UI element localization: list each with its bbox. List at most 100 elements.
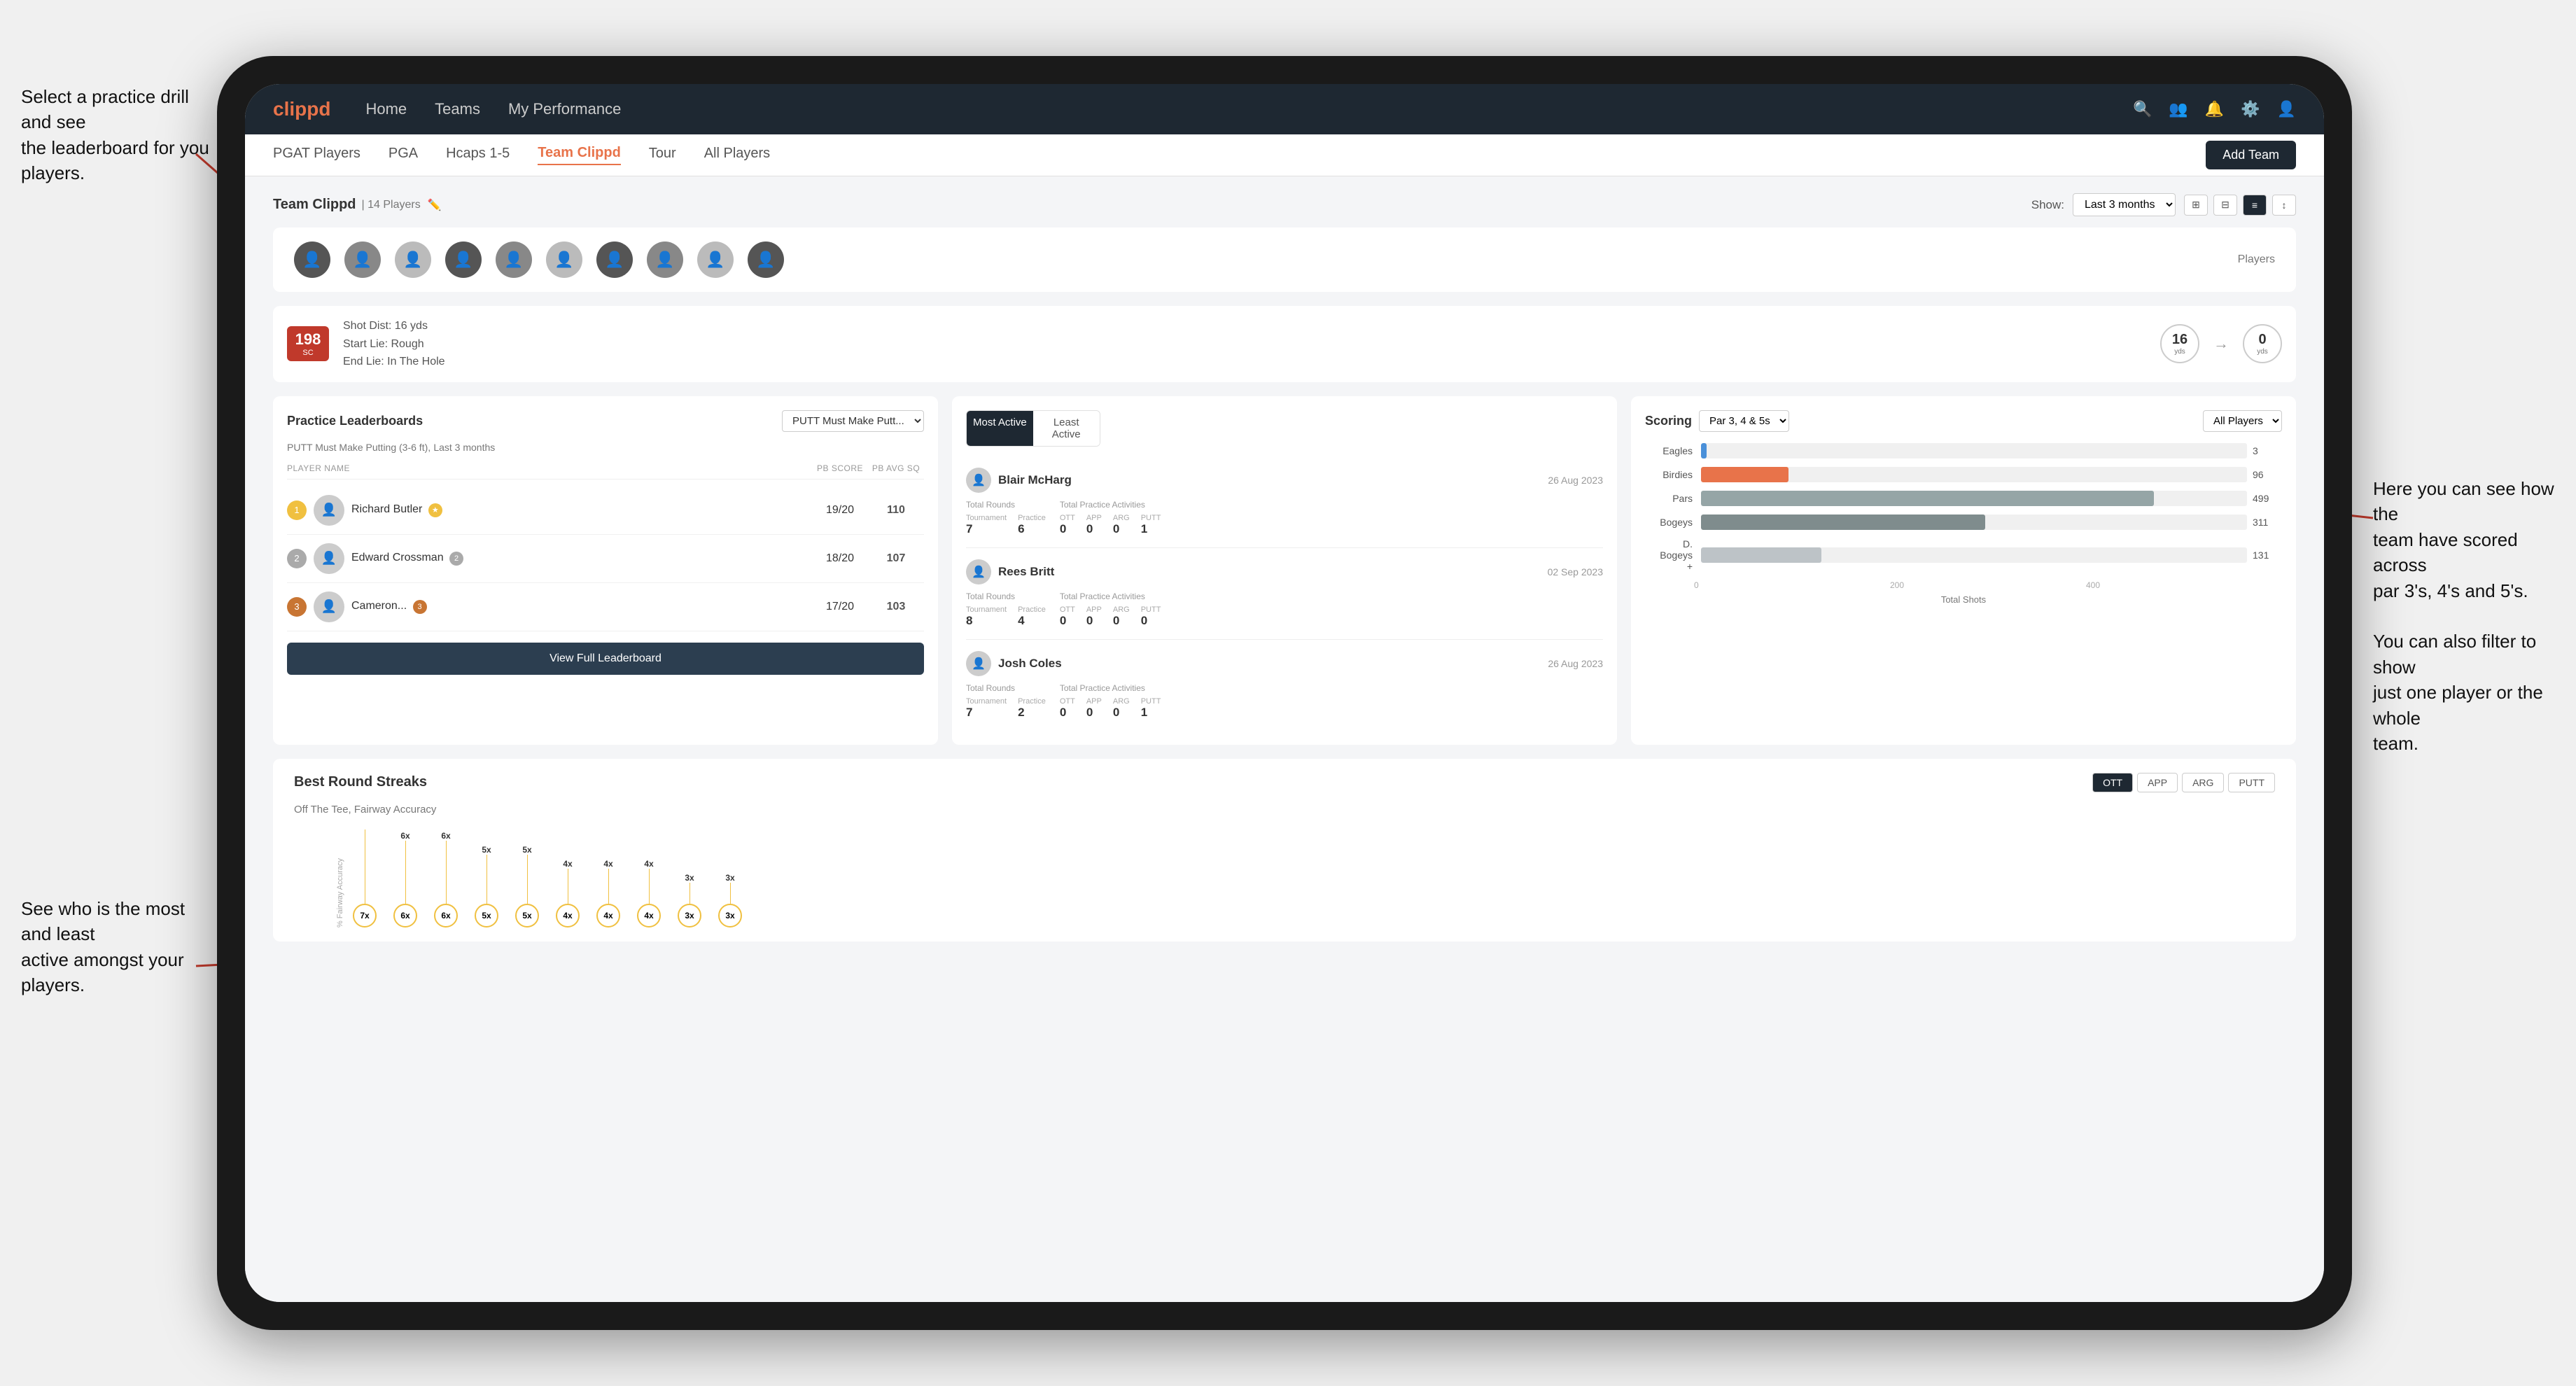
- people-icon[interactable]: 👥: [2169, 100, 2188, 118]
- ap-rounds-title-1: Total Rounds: [966, 500, 1046, 510]
- ap-activities-section-2: Total Practice Activities OTT 0 APP 0: [1060, 592, 1161, 628]
- ap-practice-1: Practice 6: [1018, 514, 1046, 536]
- ap-activities-values-3: OTT 0 APP 0 ARG 0: [1060, 697, 1161, 720]
- lb-avg-3: 103: [868, 601, 924, 613]
- streak-dot-3x-2: 3x 3x: [718, 873, 742, 927]
- ap-avatar-3: 👤: [966, 651, 991, 676]
- streak-dot-4x-3: 4x 4x: [637, 859, 661, 927]
- settings-icon[interactable]: ⚙️: [2241, 100, 2260, 118]
- player-avatar-2[interactable]: 👤: [344, 241, 381, 278]
- player-avatar-1[interactable]: 👤: [294, 241, 330, 278]
- bar-value-bogeys: 311: [2247, 517, 2275, 528]
- view-list-btn[interactable]: ≡: [2243, 195, 2267, 216]
- bar-value-birdies: 96: [2247, 469, 2275, 480]
- subnav-all-players[interactable]: All Players: [704, 146, 770, 164]
- lb-rank-3: 3: [287, 597, 307, 617]
- ap-rounds-values-1: Tournament 7 Practice 6: [966, 514, 1046, 536]
- ap-rounds-title-2: Total Rounds: [966, 592, 1046, 601]
- player-avatar-8[interactable]: 👤: [647, 241, 683, 278]
- lb-avg-2: 107: [868, 552, 924, 565]
- nav-teams[interactable]: Teams: [435, 100, 480, 118]
- players-row: 👤 👤 👤 👤 👤 👤 👤 👤 👤 👤 Players: [273, 227, 2296, 292]
- ap-arg-3: ARG 0: [1113, 697, 1130, 720]
- subnav-pgat[interactable]: PGAT Players: [273, 146, 360, 164]
- chart-x-label: Total Shots: [1645, 594, 2282, 605]
- view-full-leaderboard-button[interactable]: View Full Leaderboard: [287, 643, 924, 675]
- activity-tab-most-active[interactable]: Most Active: [967, 411, 1033, 446]
- lb-row-3: 3 👤 Cameron... 3 17/20 103: [287, 583, 924, 631]
- ap-rounds-section-2: Total Rounds Tournament 8 Practice 4: [966, 592, 1046, 628]
- bell-icon[interactable]: 🔔: [2205, 100, 2224, 118]
- bar-label-birdies: Birdies: [1652, 469, 1701, 480]
- streaks-title: Best Round Streaks: [294, 774, 427, 790]
- shot-circle-end: 0 yds: [2243, 324, 2282, 363]
- player-avatar-10[interactable]: 👤: [748, 241, 784, 278]
- player-avatar-5[interactable]: 👤: [496, 241, 532, 278]
- nav-performance[interactable]: My Performance: [508, 100, 621, 118]
- subnav-tour[interactable]: Tour: [649, 146, 676, 164]
- streaks-btn-ott[interactable]: OTT: [2092, 773, 2133, 792]
- bar-value-eagles: 3: [2247, 445, 2275, 456]
- bar-row-birdies: Birdies 96: [1652, 467, 2275, 482]
- subnav-pga[interactable]: PGA: [388, 146, 418, 164]
- streaks-chart: % Fairway Accuracy 7x 7x 6x 6x: [294, 830, 2275, 927]
- player-avatar-7[interactable]: 👤: [596, 241, 633, 278]
- ap-app-3: APP 0: [1086, 697, 1102, 720]
- scoring-filter-par[interactable]: Par 3, 4 & 5s: [1699, 410, 1789, 432]
- streaks-btn-putt[interactable]: PUTT: [2228, 773, 2275, 792]
- bar-label-bogeys: Bogeys: [1652, 517, 1701, 528]
- ap-putt-2: PUTT 0: [1141, 606, 1161, 628]
- view-grid-btn[interactable]: ⊞: [2184, 195, 2208, 216]
- x-tick-0: 0: [1694, 580, 1890, 590]
- bar-track-birdies: [1701, 467, 2247, 482]
- player-avatar-6[interactable]: 👤: [546, 241, 582, 278]
- view-grid2-btn[interactable]: ⊟: [2213, 195, 2237, 216]
- streaks-btn-app[interactable]: APP: [2137, 773, 2178, 792]
- ap-name-1: Blair McHarg: [998, 473, 1548, 487]
- streaks-buttons: OTT APP ARG PUTT: [2092, 773, 2275, 792]
- streaks-btn-arg[interactable]: ARG: [2182, 773, 2224, 792]
- ap-ott-3: OTT 0: [1060, 697, 1075, 720]
- view-sort-btn[interactable]: ↕: [2272, 195, 2296, 216]
- show-select[interactable]: Last 3 months: [2073, 193, 2176, 216]
- drill-select[interactable]: PUTT Must Make Putt...: [782, 410, 924, 432]
- header-player: PLAYER NAME: [287, 463, 812, 473]
- ap-tournament-3: Tournament 7: [966, 697, 1007, 720]
- add-team-button[interactable]: Add Team: [2206, 141, 2296, 169]
- ap-arg-1: ARG 0: [1113, 514, 1130, 536]
- subnav-hcaps[interactable]: Hcaps 1-5: [446, 146, 510, 164]
- bar-label-pars: Pars: [1652, 493, 1701, 504]
- ap-practice-2: Practice 4: [1018, 606, 1046, 628]
- ap-activities-title-3: Total Practice Activities: [1060, 683, 1161, 693]
- bar-label-eagles: Eagles: [1652, 445, 1701, 456]
- search-icon[interactable]: 🔍: [2133, 100, 2152, 118]
- ap-name-3: Josh Coles: [998, 657, 1548, 671]
- bar-fill-eagles: [1701, 443, 1707, 458]
- tablet-frame: clippd Home Teams My Performance 🔍 👥 🔔 ⚙…: [217, 56, 2352, 1330]
- player-avatar-4[interactable]: 👤: [445, 241, 482, 278]
- bar-row-pars: Pars 499: [1652, 491, 2275, 506]
- scoring-title: Scoring: [1645, 414, 1692, 428]
- x-tick-200: 200: [1890, 580, 2086, 590]
- annotation-bottom-left: See who is the most and leastactive amon…: [21, 896, 210, 998]
- annotation-top-left: Select a practice drill and seethe leade…: [21, 84, 210, 186]
- scoring-filter-players[interactable]: All Players: [2203, 410, 2282, 432]
- user-icon[interactable]: 👤: [2277, 100, 2296, 118]
- ap-putt-1: PUTT 1: [1141, 514, 1161, 536]
- nav-home[interactable]: Home: [365, 100, 407, 118]
- players-label: Players: [2238, 253, 2275, 266]
- ap-activities-section-3: Total Practice Activities OTT 0 APP 0: [1060, 683, 1161, 720]
- edit-icon[interactable]: ✏️: [428, 198, 442, 212]
- player-avatar-3[interactable]: 👤: [395, 241, 431, 278]
- streak-dot-6x-1: 6x 6x: [393, 831, 417, 927]
- subnav-team-clippd[interactable]: Team Clippd: [538, 145, 621, 165]
- lb-score-1: 19/20: [812, 504, 868, 517]
- ap-header-2: 👤 Rees Britt 02 Sep 2023: [966, 559, 1603, 584]
- tablet-screen: clippd Home Teams My Performance 🔍 👥 🔔 ⚙…: [245, 84, 2324, 1302]
- activity-card: Most Active Least Active 👤 Blair McHarg …: [952, 396, 1617, 745]
- leaderboard-header: Practice Leaderboards PUTT Must Make Put…: [287, 410, 924, 432]
- ap-activities-section-1: Total Practice Activities OTT 0 APP 0: [1060, 500, 1161, 536]
- team-header: Team Clippd | 14 Players ✏️ Show: Last 3…: [273, 193, 2296, 216]
- player-avatar-9[interactable]: 👤: [697, 241, 734, 278]
- activity-tab-least-active[interactable]: Least Active: [1033, 411, 1100, 446]
